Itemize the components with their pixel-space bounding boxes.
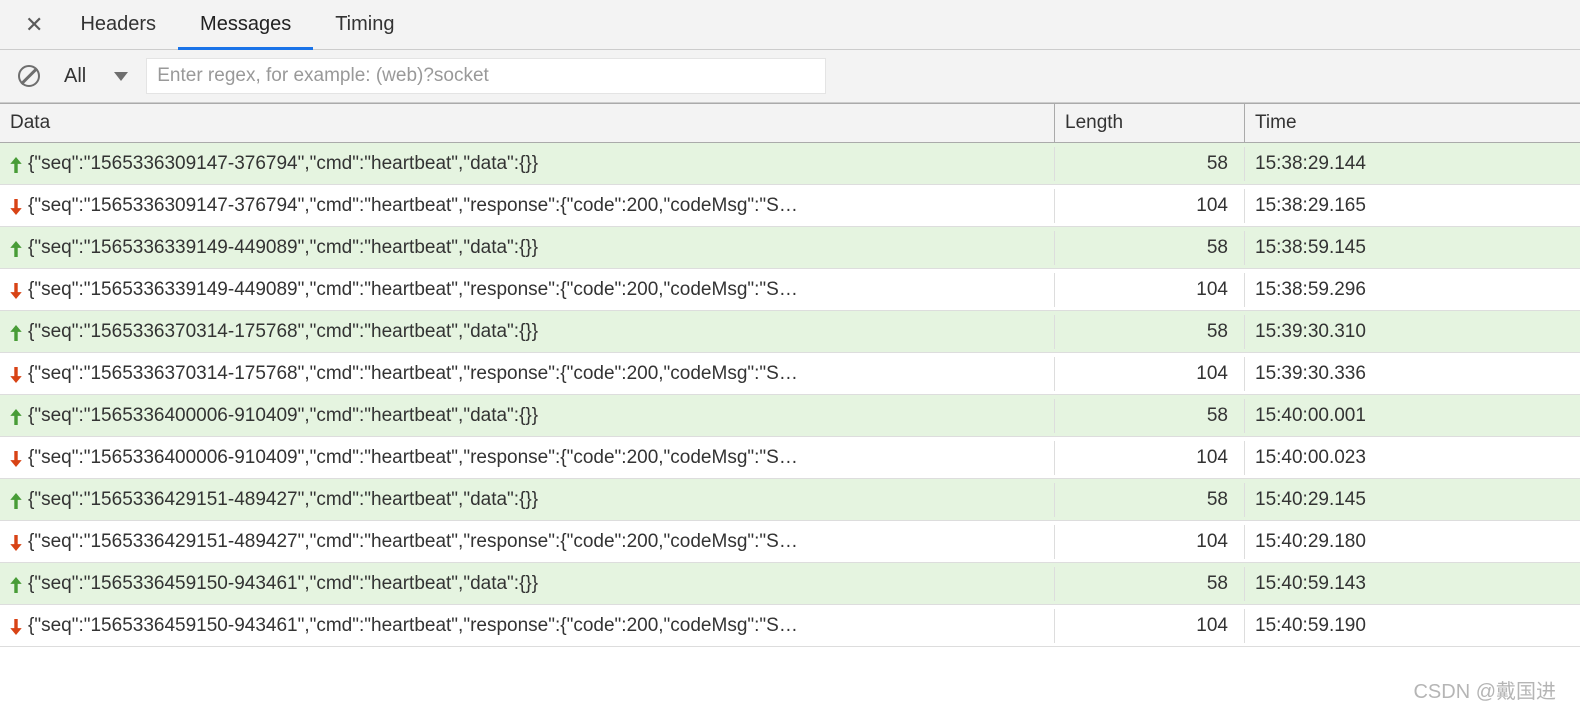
arrow-up-icon: [10, 493, 24, 507]
cell-data: {"seq":"1565336400006-910409","cmd":"hea…: [0, 399, 1055, 433]
cell-time: 15:38:59.145: [1245, 231, 1580, 265]
cell-data: {"seq":"1565336459150-943461","cmd":"hea…: [0, 609, 1055, 643]
cell-length: 104: [1055, 441, 1245, 475]
message-text: {"seq":"1565336309147-376794","cmd":"hea…: [28, 153, 538, 175]
cell-length: 104: [1055, 525, 1245, 559]
cell-time: 15:40:59.190: [1245, 609, 1580, 643]
toolbar: All: [0, 50, 1580, 103]
table-row[interactable]: {"seq":"1565336370314-175768","cmd":"hea…: [0, 311, 1580, 353]
arrow-up-icon: [10, 325, 24, 339]
cell-length: 104: [1055, 609, 1245, 643]
arrow-down-icon: [10, 367, 24, 381]
cell-time: 15:38:59.296: [1245, 273, 1580, 307]
arrow-up-icon: [10, 157, 24, 171]
table-row[interactable]: {"seq":"1565336429151-489427","cmd":"hea…: [0, 479, 1580, 521]
message-text: {"seq":"1565336459150-943461","cmd":"hea…: [28, 615, 798, 637]
regex-input[interactable]: [146, 58, 826, 94]
table-row[interactable]: {"seq":"1565336309147-376794","cmd":"hea…: [0, 185, 1580, 227]
arrow-down-icon: [10, 199, 24, 213]
cell-data: {"seq":"1565336339149-449089","cmd":"hea…: [0, 273, 1055, 307]
table-row[interactable]: {"seq":"1565336339149-449089","cmd":"hea…: [0, 269, 1580, 311]
cell-length: 58: [1055, 483, 1245, 517]
filter-select[interactable]: All: [58, 65, 134, 88]
cell-data: {"seq":"1565336370314-175768","cmd":"hea…: [0, 315, 1055, 349]
arrow-down-icon: [10, 619, 24, 633]
cell-data: {"seq":"1565336309147-376794","cmd":"hea…: [0, 147, 1055, 181]
arrow-up-icon: [10, 241, 24, 255]
message-text: {"seq":"1565336400006-910409","cmd":"hea…: [28, 447, 798, 469]
col-header-length[interactable]: Length: [1055, 104, 1245, 142]
cell-data: {"seq":"1565336429151-489427","cmd":"hea…: [0, 483, 1055, 517]
cell-time: 15:40:59.143: [1245, 567, 1580, 601]
cell-data: {"seq":"1565336429151-489427","cmd":"hea…: [0, 525, 1055, 559]
message-text: {"seq":"1565336309147-376794","cmd":"hea…: [28, 195, 798, 217]
cell-length: 58: [1055, 315, 1245, 349]
cell-time: 15:40:00.023: [1245, 441, 1580, 475]
filter-label: All: [64, 65, 86, 88]
arrow-up-icon: [10, 577, 24, 591]
message-text: {"seq":"1565336370314-175768","cmd":"hea…: [28, 363, 798, 385]
message-text: {"seq":"1565336400006-910409","cmd":"hea…: [28, 405, 538, 427]
cell-length: 58: [1055, 399, 1245, 433]
cell-time: 15:40:00.001: [1245, 399, 1580, 433]
cell-length: 58: [1055, 147, 1245, 181]
message-text: {"seq":"1565336429151-489427","cmd":"hea…: [28, 531, 798, 553]
cell-time: 15:38:29.144: [1245, 147, 1580, 181]
tab-headers[interactable]: Headers: [58, 0, 178, 50]
message-text: {"seq":"1565336370314-175768","cmd":"hea…: [28, 321, 538, 343]
message-text: {"seq":"1565336339149-449089","cmd":"hea…: [28, 279, 798, 301]
arrow-down-icon: [10, 451, 24, 465]
watermark: CSDN @戴国进: [1413, 675, 1556, 704]
cell-time: 15:38:29.165: [1245, 189, 1580, 223]
cell-data: {"seq":"1565336459150-943461","cmd":"hea…: [0, 567, 1055, 601]
message-text: {"seq":"1565336339149-449089","cmd":"hea…: [28, 237, 538, 259]
table-row[interactable]: {"seq":"1565336400006-910409","cmd":"hea…: [0, 437, 1580, 479]
message-text: {"seq":"1565336429151-489427","cmd":"hea…: [28, 489, 538, 511]
table-row[interactable]: {"seq":"1565336459150-943461","cmd":"hea…: [0, 563, 1580, 605]
cell-time: 15:39:30.336: [1245, 357, 1580, 391]
cell-data: {"seq":"1565336370314-175768","cmd":"hea…: [0, 357, 1055, 391]
arrow-down-icon: [10, 535, 24, 549]
table-header: Data Length Time: [0, 103, 1580, 143]
tab-timing[interactable]: Timing: [313, 0, 416, 50]
cell-length: 58: [1055, 567, 1245, 601]
table-row[interactable]: {"seq":"1565336339149-449089","cmd":"hea…: [0, 227, 1580, 269]
chevron-down-icon: [114, 72, 128, 81]
table-row[interactable]: {"seq":"1565336429151-489427","cmd":"hea…: [0, 521, 1580, 563]
table-row[interactable]: {"seq":"1565336309147-376794","cmd":"hea…: [0, 143, 1580, 185]
cell-data: {"seq":"1565336309147-376794","cmd":"hea…: [0, 189, 1055, 223]
cell-time: 15:40:29.145: [1245, 483, 1580, 517]
table-row[interactable]: {"seq":"1565336370314-175768","cmd":"hea…: [0, 353, 1580, 395]
tabs-bar: ✕ Headers Messages Timing: [0, 0, 1580, 50]
tab-messages[interactable]: Messages: [178, 0, 313, 50]
table-row[interactable]: {"seq":"1565336400006-910409","cmd":"hea…: [0, 395, 1580, 437]
cell-length: 104: [1055, 189, 1245, 223]
arrow-up-icon: [10, 409, 24, 423]
message-rows: {"seq":"1565336309147-376794","cmd":"hea…: [0, 143, 1580, 647]
clear-icon[interactable]: [18, 65, 40, 87]
cell-length: 104: [1055, 357, 1245, 391]
col-header-time[interactable]: Time: [1245, 104, 1580, 142]
close-icon[interactable]: ✕: [10, 12, 58, 38]
cell-time: 15:40:29.180: [1245, 525, 1580, 559]
cell-time: 15:39:30.310: [1245, 315, 1580, 349]
cell-length: 104: [1055, 273, 1245, 307]
message-text: {"seq":"1565336459150-943461","cmd":"hea…: [28, 573, 538, 595]
cell-data: {"seq":"1565336339149-449089","cmd":"hea…: [0, 231, 1055, 265]
arrow-down-icon: [10, 283, 24, 297]
col-header-data[interactable]: Data: [0, 104, 1055, 142]
table-row[interactable]: {"seq":"1565336459150-943461","cmd":"hea…: [0, 605, 1580, 647]
cell-length: 58: [1055, 231, 1245, 265]
cell-data: {"seq":"1565336400006-910409","cmd":"hea…: [0, 441, 1055, 475]
